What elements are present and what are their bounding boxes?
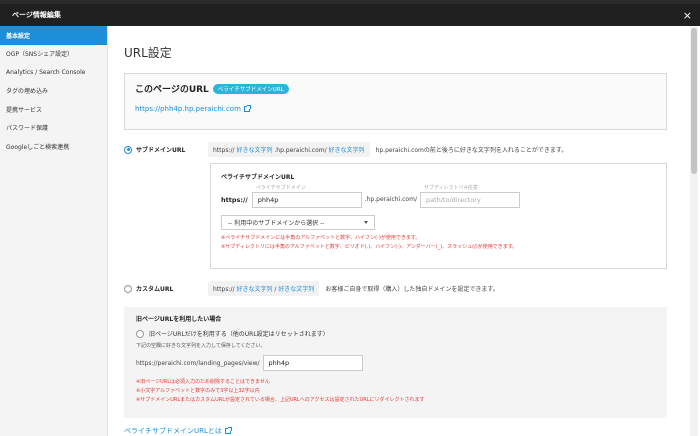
old-url-box: 旧ページURLを利用したい場合 旧ページURLだけを利用する（他のURL設定はリ… — [124, 307, 667, 418]
current-url-box: このページのURL ペライチサブドメインURL https://phh4p.hp… — [124, 73, 667, 130]
external-link-icon — [224, 427, 232, 434]
custom-description: お客様ご自身で取得（購入）した独自ドメインを設定できます。 — [325, 286, 499, 293]
sidebar-item-tag-embed[interactable]: タグの埋め込み — [0, 82, 107, 101]
sidebar-item-password[interactable]: パスワード保護 — [0, 119, 107, 138]
subdomain-url-badge: ペライチサブドメインURL — [212, 83, 289, 94]
https-prefix: https:// — [221, 196, 248, 204]
pattern-mid: .hp.peraichi.com/ — [274, 147, 327, 154]
content-scrollbar[interactable] — [690, 26, 698, 436]
current-url-link[interactable]: https://phh4p.hp.peraichi.com — [135, 105, 656, 113]
select-value: -- 利用中のサブドメインから選択 -- — [228, 220, 325, 227]
existing-subdomain-select[interactable]: -- 利用中のサブドメインから選択 -- — [221, 215, 375, 230]
subdomain-url-pattern: https:// 好きな文字列 .hp.peraichi.com/ 好きな文字列 — [208, 142, 370, 157]
old-url-note-3: ※サブドメインURLまたはカスタムURLが設定されている場合、上記URLへのアク… — [136, 397, 425, 403]
custom-option-label[interactable]: カスタムURL — [136, 284, 208, 293]
page-info-modal: ページ情報編集 × 基本設定 OGP（SNSシェア設定） Analytics /… — [0, 4, 700, 436]
current-url-text[interactable]: https://phh4p.hp.peraichi.com — [135, 105, 241, 113]
old-url-title: 旧ページURLを利用したい場合 — [136, 316, 222, 323]
current-url-title: このページのURL — [135, 85, 209, 95]
subdomain-description: hp.peraichi.comの前と後ろに好きな文字列を入れることができます。 — [375, 147, 568, 154]
custom-url-pattern: https:// 好きな文字列 / 好きな文字列 — [208, 281, 320, 296]
subdomain-settings-panel: ペライチサブドメインURL https:// ペライチサブドメイン phh4p … — [210, 163, 667, 269]
custom-pattern-highlight-2: 好きな文字列 — [278, 286, 315, 293]
modal-title: ページ情報編集 — [12, 11, 61, 19]
old-url-note-1: ※旧ページURLは必須入力のため削除することはできません — [136, 379, 270, 385]
custom-url-radio[interactable] — [124, 284, 132, 293]
sidebar-item-analytics[interactable]: Analytics / Search Console — [0, 63, 107, 82]
scrollbar-thumb[interactable] — [691, 28, 697, 174]
sidebar-item-ogp[interactable]: OGP（SNSシェア設定） — [0, 45, 107, 64]
old-url-notes: ※旧ページURLは必須入力のため削除することはできません ※小文字アルファベット… — [136, 378, 655, 403]
old-url-radio[interactable] — [136, 329, 144, 338]
subdomain-help-text[interactable]: ペライチサブドメインURLとは — [124, 426, 222, 436]
subdomain-radio[interactable] — [124, 145, 132, 154]
page-title: URL設定 — [124, 46, 172, 60]
old-url-radio-label[interactable]: 旧ページURLだけを利用する（他のURL設定はリセットされます） — [149, 329, 329, 338]
old-url-radio-row: 旧ページURLだけを利用する（他のURL設定はリセットされます） — [136, 329, 655, 338]
custom-option-row: カスタムURL https:// 好きな文字列 / 好きな文字列 お客様ご自身で… — [124, 281, 674, 296]
directory-input[interactable]: path/to/directory — [419, 192, 520, 208]
old-url-hint: 下記の空欄に好きな文字列を入力して保存してください。 — [136, 343, 266, 349]
pattern-highlight-1: 好きな文字列 — [236, 147, 273, 154]
subdomain-note: ※ペライチサブドメインには半角のアルファベットと数字、ハイフン(-)が使用できま… — [221, 235, 421, 241]
modal-header: ページ情報編集 × — [0, 4, 700, 26]
settings-sidebar: 基本設定 OGP（SNSシェア設定） Analytics / Search Co… — [0, 26, 108, 436]
subdomain-option-label[interactable]: サブドメインURL — [136, 145, 208, 154]
domain-suffix: .hp.peraichi.com/ — [364, 196, 417, 203]
subdomain-field-label: ペライチサブドメイン — [255, 185, 306, 191]
old-url-input[interactable]: phh4p — [262, 355, 363, 371]
sidebar-item-basic-settings[interactable]: 基本設定 — [0, 26, 107, 45]
subdomain-input-row: https:// ペライチサブドメイン phh4p .hp.peraichi.c… — [221, 184, 656, 208]
sidebar-item-google-jobs[interactable]: Googleしごと検索連携 — [0, 137, 107, 156]
old-url-note-2: ※小文字アルファベットと数字のみで3字以上32字以内 — [136, 388, 260, 394]
custom-pattern-highlight-1: 好きな文字列 — [236, 286, 273, 293]
external-link-icon — [243, 105, 251, 112]
subdomain-panel-title: ペライチサブドメインURL — [221, 174, 295, 181]
chevron-down-icon — [364, 221, 368, 224]
sidebar-item-partner-services[interactable]: 提携サービス — [0, 100, 107, 119]
old-url-prefix: https://peraichi.com/landing_pages/view/ — [136, 359, 260, 367]
subdomain-input[interactable]: phh4p — [251, 192, 362, 208]
old-url-input-row: https://peraichi.com/landing_pages/view/… — [136, 355, 655, 371]
subdomain-help-link[interactable]: ペライチサブドメインURLとは — [124, 426, 674, 436]
directory-field-label: サブディレクトリ※任意 — [423, 185, 478, 191]
custom-pattern-prefix: https:// — [213, 286, 235, 293]
close-button[interactable]: × — [683, 10, 692, 21]
pattern-prefix: https:// — [213, 147, 235, 154]
subdomain-option-row: サブドメインURL https:// 好きな文字列 .hp.peraichi.c… — [124, 142, 674, 157]
directory-note: ※サブディレクトリには半角のアルファベットと数字、ピリオド(.)、ハイフン(-)… — [221, 244, 518, 250]
pattern-highlight-2: 好きな文字列 — [328, 147, 365, 154]
main-content: URL設定 このページのURL ペライチサブドメインURL https://ph… — [108, 26, 688, 436]
